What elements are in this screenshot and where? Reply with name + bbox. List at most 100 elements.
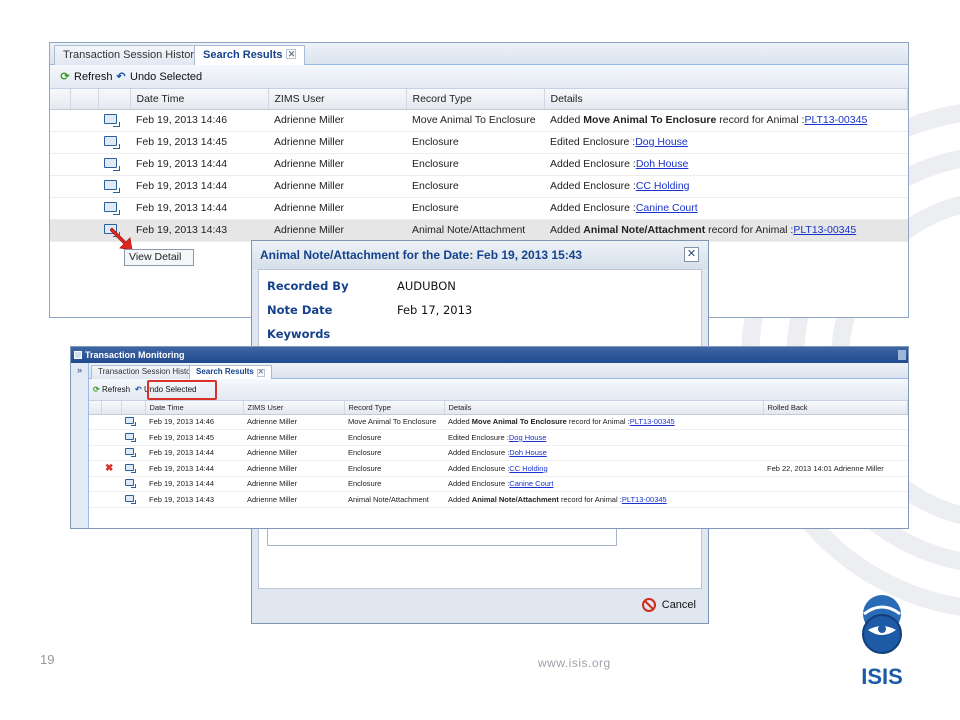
row-checkbox-cell[interactable]: ✖ [101,460,121,477]
column-header-record-type[interactable]: Record Type [344,401,445,415]
row-checkbox-cell[interactable] [101,429,121,446]
view-detail-cell[interactable] [121,460,145,477]
checkbox-header[interactable] [101,401,122,415]
view-detail-icon[interactable] [125,479,136,489]
view-detail-icon[interactable] [104,179,120,193]
view-detail-icon[interactable] [104,135,120,149]
view-detail-cell[interactable] [98,197,130,220]
tab-label: Search Results [196,367,254,376]
row-checkbox-cell[interactable] [101,414,121,430]
table-row[interactable]: Feb 19, 2013 14:43 Adrienne Miller Animal … [50,219,908,242]
tab-transaction-session-history[interactable]: Transaction Session History [91,365,205,379]
cell-record-type: Move Animal To Enclosure [406,109,544,132]
close-tab-icon[interactable]: ✕ [286,49,297,59]
record-link[interactable]: Canine Court [509,479,553,488]
dialog-header: Animal Note/Attachment for the Date: Feb… [252,241,708,269]
view-detail-cell[interactable] [121,491,145,508]
row-checkbox-cell[interactable] [70,175,98,198]
record-link[interactable]: Dog House [635,136,688,148]
view-detail-cell[interactable] [121,476,145,492]
close-tab-icon[interactable]: ✕ [256,369,265,377]
column-header-datetime[interactable]: Date Time [145,401,244,415]
cell-details: Added Enclosure :Canine Court [444,476,763,492]
record-link[interactable]: Canine Court [636,202,698,214]
column-header-rolled-back[interactable]: Rolled Back [763,401,908,415]
view-detail-cell[interactable] [121,445,145,461]
view-detail-cell[interactable] [98,175,130,198]
undo-selected-button[interactable]: ↶ Undo Selected [114,69,202,85]
tab-search-results[interactable]: Search Results ✕ [189,365,272,379]
refresh-button[interactable]: ⟳ Refresh [93,384,130,396]
row-numberer [89,445,101,461]
row-checkbox-cell[interactable] [101,445,121,461]
record-link[interactable]: PLT13-00345 [630,417,675,426]
record-link[interactable]: PLT13-00345 [793,224,856,236]
table-row[interactable]: Feb 19, 2013 14:45 Adrienne Miller Enclosu… [50,131,908,154]
view-detail-icon[interactable] [125,432,136,442]
record-link[interactable]: Doh House [509,448,547,457]
row-checkbox-cell[interactable] [70,219,98,242]
table-row[interactable]: Feb 19, 2013 14:46 Adrienne Miller Move An… [50,109,908,132]
table-row[interactable]: Feb 19, 2013 14:45 Adrienne Miller Enclosu… [89,429,908,446]
tab-search-results[interactable]: Search Results ✕ [194,45,306,66]
view-detail-cell[interactable] [98,153,130,176]
column-header-datetime[interactable]: Date Time [130,89,269,110]
cell-user: Adrienne Miller [268,219,406,242]
row-checkbox-cell[interactable] [70,153,98,176]
table-row[interactable]: Feb 19, 2013 14:44 Adrienne Miller Enclosu… [50,197,908,220]
cell-datetime: Feb 19, 2013 14:43 [145,491,243,508]
cancel-icon [641,598,656,612]
record-link[interactable]: Doh House [636,158,689,170]
cell-user: Adrienne Miller [243,429,344,446]
undo-icon: ↶ [135,385,142,394]
view-detail-icon[interactable] [104,201,120,215]
table-row[interactable]: Feb 19, 2013 14:44 Adrienne Miller Enclosu… [89,445,908,461]
tab-transaction-session-history[interactable]: Transaction Session History [54,45,209,65]
cell-rolled-back [763,429,908,446]
record-link[interactable]: PLT13-00345 [622,495,667,504]
checkbox-header[interactable] [70,89,99,110]
row-checkbox-cell[interactable] [70,109,98,132]
expand-sidebar-button[interactable]: » [71,363,89,528]
close-icon[interactable]: ✕ [684,247,699,262]
table-row[interactable]: Feb 19, 2013 14:44 Adrienne Miller Enclosu… [89,476,908,492]
field-label: Keywords [267,327,331,341]
view-detail-icon[interactable] [104,113,120,127]
column-header-record-type[interactable]: Record Type [406,89,545,110]
table-row[interactable]: Feb 19, 2013 14:44 Adrienne Miller Enclosu… [50,153,908,176]
refresh-button[interactable]: ⟳ Refresh [58,69,112,85]
record-link[interactable]: Dog House [509,433,547,442]
table-row[interactable]: Feb 19, 2013 14:43 Adrienne Miller Animal … [89,491,908,508]
table-row[interactable]: ✖ Feb 19, 2013 14:44 Adrienne Miller Enclos… [89,460,908,477]
record-link[interactable]: PLT13-00345 [804,114,867,126]
dialog-title: Animal Note/Attachment for the Date: Feb… [260,248,583,262]
column-header-details[interactable]: Details [444,401,764,415]
view-detail-icon[interactable] [125,494,136,504]
view-detail-cell[interactable] [98,109,130,132]
view-detail-cell[interactable] [98,131,130,154]
view-detail-icon[interactable] [104,157,120,171]
record-link[interactable]: CC Holding [636,180,690,192]
tab-bar: Transaction Session History Search Resul… [50,43,908,66]
table-row[interactable]: Feb 19, 2013 14:46 Adrienne Miller Move An… [89,414,908,430]
collapse-icon[interactable] [898,350,906,360]
details-text: record for Animal : [558,494,622,504]
cancel-button[interactable]: Cancel [641,595,696,615]
row-checkbox-cell[interactable] [101,491,121,508]
view-detail-cell[interactable] [121,429,145,446]
view-detail-icon[interactable] [125,417,136,427]
view-detail-cell[interactable] [121,414,145,430]
view-detail-icon[interactable] [125,448,136,458]
details-bold: Animal Note/Attachment [471,494,559,504]
details-text: Added [448,417,472,427]
table-row[interactable]: Feb 19, 2013 14:44 Adrienne Miller Enclosu… [50,175,908,198]
column-header-user[interactable]: ZIMS User [268,89,407,110]
column-header-user[interactable]: ZIMS User [243,401,345,415]
column-header-details[interactable]: Details [544,89,908,110]
row-checkbox-cell[interactable] [70,131,98,154]
row-checkbox-cell[interactable] [101,476,121,492]
view-detail-icon[interactable] [125,463,136,473]
app-icon [74,351,82,359]
row-checkbox-cell[interactable] [70,197,98,220]
record-link[interactable]: CC Holding [509,464,547,473]
